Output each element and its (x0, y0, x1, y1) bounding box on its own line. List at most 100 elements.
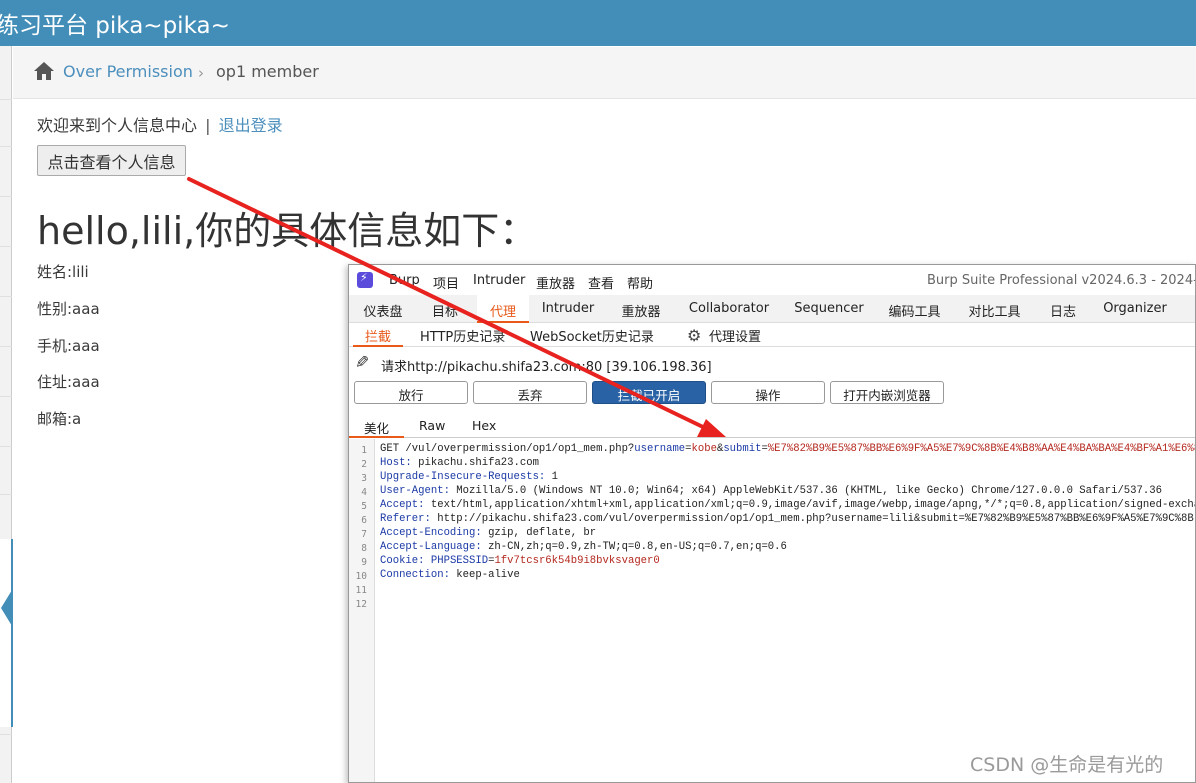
request-target: 请求http://pikachu.shifa23.com:80 [39.106.… (381, 360, 712, 375)
line-number: 11 (355, 585, 367, 596)
sidebar-divider (0, 246, 12, 247)
burp-logo-icon (357, 271, 373, 288)
line-number: 8 (361, 543, 367, 554)
subtab-websocket-history[interactable]: WebSocket历史记录 (530, 326, 654, 345)
tab-collaborator[interactable]: Collaborator (679, 295, 779, 323)
tab-comparer[interactable]: 对比工具 (957, 295, 1032, 323)
sidebar-divider (0, 734, 12, 735)
breadcrumb: Over Permission › op1 member (13, 47, 1196, 99)
header-value: http://pikachu.shifa23.com/vul/overpermi… (430, 513, 1194, 525)
header-value: zh-CN,zh;q=0.9,zh-TW;q=0.8,en-US;q=0.7,e… (481, 541, 787, 553)
param-value-submit: %E7%82%B9%E5%87%BB%E6%9F%A5%E7%9C%8B%E4%… (767, 443, 1196, 455)
subtab-intercept[interactable]: 拦截 (365, 326, 391, 345)
edit-pencil-icon[interactable]: ✎ (355, 353, 369, 373)
tab-organizer[interactable]: Organizer (1095, 295, 1175, 323)
header-value: keep-alive (449, 569, 520, 581)
cookie-value: 1fv7tcsr6k54b9i8bvksvager0 (494, 555, 660, 567)
sidebar-divider (0, 99, 12, 100)
header-value: Mozilla/5.0 (Windows NT 10.0; Win64; x64… (449, 485, 1162, 497)
tab-hex[interactable]: Hex (472, 418, 496, 433)
header-value: gzip, deflate, br (481, 527, 597, 539)
menu-intruder[interactable]: Intruder (473, 273, 525, 288)
line-number: 9 (361, 557, 367, 568)
header-line: Accept-Language: zh-CN,zh;q=0.9,zh-TW;q=… (380, 541, 787, 553)
sidebar-divider (0, 196, 12, 197)
header-line: Accept: text/html,application/xhtml+xml,… (380, 499, 1195, 511)
header-key: Upgrade-Insecure-Requests: (380, 471, 546, 483)
line-number: 2 (361, 459, 367, 470)
param-key-submit: submit (723, 443, 762, 455)
separator: | (205, 116, 211, 135)
tab-logger[interactable]: 日志 (1039, 295, 1087, 323)
header-key: Accept-Encoding: (380, 527, 482, 539)
line-number: 1 (361, 445, 367, 456)
intercept-toggle-button[interactable]: 拦截已开启 (592, 381, 706, 404)
watermark: CSDN @生命是有光的 (970, 754, 1164, 776)
burp-menubar: Burp 项目 Intruder 重放器 查看 帮助 Burp Suite Pr… (349, 265, 1196, 295)
tab-dashboard[interactable]: 仪表盘 (353, 295, 413, 323)
main-tabs: 仪表盘 目标 代理 Intruder 重放器 Collaborator Sequ… (349, 295, 1195, 323)
header-value: pikachu.shifa23.com (411, 457, 539, 469)
line-number: 4 (361, 487, 367, 498)
menu-burp[interactable]: Burp (389, 273, 420, 288)
tab-target[interactable]: 目标 (415, 295, 475, 323)
request-line: GET /vul/overpermission/op1/op1_mem.php?… (380, 443, 1196, 455)
subtab-http-history[interactable]: HTTP历史记录 (420, 326, 505, 345)
param-key-username: username (634, 443, 686, 455)
app-title: 练习平台 pika~pika~ (0, 13, 230, 39)
view-info-button[interactable]: 点击查看个人信息 (37, 145, 186, 176)
header-key: Host: (380, 457, 412, 469)
greeting-heading: hello,lili,你的具体信息如下： (37, 209, 538, 253)
header-key: Accept: (380, 499, 425, 511)
subtab-active-underline (353, 345, 403, 347)
action-button[interactable]: 操作 (711, 381, 825, 404)
header-line: Referer: http://pikachu.shifa23.com/vul/… (380, 513, 1194, 525)
header-line: User-Agent: Mozilla/5.0 (Windows NT 10.0… (380, 485, 1162, 497)
tab-intruder[interactable]: Intruder (533, 295, 603, 323)
info-email: 邮箱:a (37, 410, 82, 428)
chevron-left-icon[interactable] (1, 590, 12, 626)
screenshot: 练习平台 pika~pika~ Over Permission › op1 me… (0, 0, 1196, 783)
tab-sequencer[interactable]: Sequencer (789, 295, 869, 323)
info-phone: 手机:aaa (37, 337, 100, 355)
menu-project[interactable]: 项目 (433, 273, 459, 292)
open-browser-button[interactable]: 打开内嵌浏览器 (830, 381, 944, 404)
breadcrumb-link-over-permission[interactable]: Over Permission (63, 62, 193, 81)
tab-repeater[interactable]: 重放器 (611, 295, 671, 323)
sidebar-divider (0, 296, 12, 297)
menu-repeater[interactable]: 重放器 (536, 273, 575, 292)
info-address: 住址:aaa (37, 373, 100, 391)
info-gender: 性别:aaa (37, 300, 100, 318)
header-line: Connection: keep-alive (380, 569, 520, 581)
tab-pretty[interactable]: 美化 (364, 418, 389, 437)
chevron-right-icon: › (198, 64, 204, 82)
home-icon[interactable] (33, 61, 55, 81)
proxy-sub-tabs: 拦截 HTTP历史记录 WebSocket历史记录 代理设置 (349, 323, 1195, 347)
sidebar-divider (0, 346, 12, 347)
tab-raw[interactable]: Raw (419, 418, 445, 433)
header-key: Accept-Language: (380, 541, 482, 553)
logout-link[interactable]: 退出登录 (219, 116, 283, 135)
window-title: Burp Suite Professional v2024.6.3 - 2024… (927, 273, 1196, 288)
tab-decoder[interactable]: 编码工具 (877, 295, 952, 323)
drop-button[interactable]: 丢弃 (473, 381, 587, 404)
header-line: Accept-Encoding: gzip, deflate, br (380, 527, 596, 539)
menu-help[interactable]: 帮助 (627, 273, 653, 292)
burp-suite-window: Burp 项目 Intruder 重放器 查看 帮助 Burp Suite Pr… (348, 264, 1196, 783)
header-key: Referer: (380, 513, 431, 525)
sidebar-divider (0, 494, 12, 495)
sidebar-divider (0, 146, 12, 147)
tab-proxy[interactable]: 代理 (477, 295, 529, 323)
sidebar-divider (0, 446, 12, 447)
request-editor[interactable]: 1 2 3 4 5 6 7 8 9 10 11 12 GET /vul/over… (349, 439, 1196, 782)
editor-tab-active-underline (349, 436, 404, 438)
proxy-settings-link[interactable]: 代理设置 (709, 326, 761, 345)
header-line: Host: pikachu.shifa23.com (380, 457, 539, 469)
menu-view[interactable]: 查看 (588, 273, 614, 292)
line-number: 12 (355, 599, 367, 610)
forward-button[interactable]: 放行 (354, 381, 468, 404)
breadcrumb-current: op1 member (216, 62, 319, 81)
gear-icon[interactable]: ⚙ (687, 326, 701, 345)
sidebar-collapse-toggle[interactable] (0, 539, 13, 727)
header-value: 1 (545, 471, 559, 483)
